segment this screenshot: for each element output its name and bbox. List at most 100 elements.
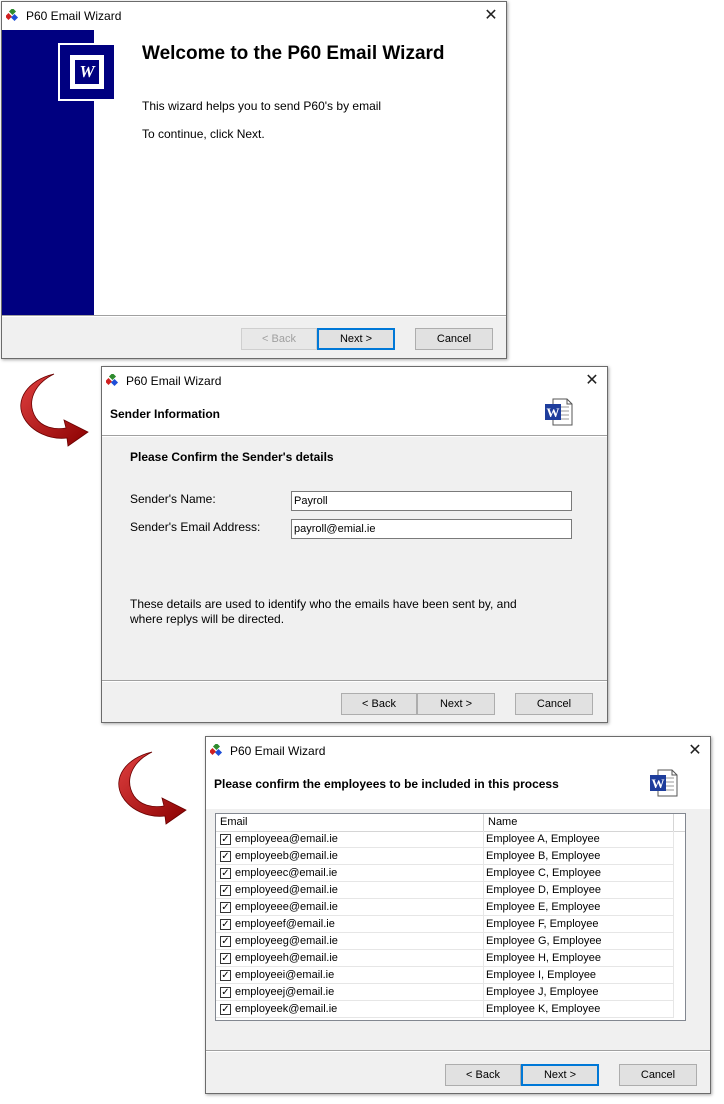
table-row[interactable]: ✓ employeeb@email.ie Employee B, Employee [216, 848, 685, 865]
employee-name: Employee G, Employee [484, 933, 674, 950]
employee-list[interactable]: Email Name ✓ employeea@email.ie Employee A… [215, 813, 686, 1021]
email-cell: ✓ employeef@email.ie [216, 916, 484, 933]
include-checkbox[interactable]: ✓ [220, 936, 231, 947]
employee-email: employeed@email.ie [235, 884, 338, 896]
title-bar[interactable]: P60 Email Wizard ✕ [2, 2, 506, 30]
employee-email: employeee@email.ie [235, 901, 338, 913]
include-checkbox[interactable]: ✓ [220, 885, 231, 896]
cancel-button[interactable]: Cancel [415, 328, 493, 350]
wizard-app-icon [210, 744, 223, 757]
wizard-description: This wizard helps you to send P60's by e… [142, 99, 382, 113]
include-checkbox[interactable]: ✓ [220, 919, 231, 930]
employee-email: employeec@email.ie [235, 867, 338, 879]
include-checkbox[interactable]: ✓ [220, 834, 231, 845]
red-curved-arrow-icon [20, 373, 89, 447]
email-cell: ✓ employeei@email.ie [216, 967, 484, 984]
svg-text:W: W [547, 405, 560, 420]
table-row[interactable]: ✓ employeej@email.ie Employee J, Employee [216, 984, 685, 1001]
word-document-icon: W [650, 769, 678, 797]
include-checkbox[interactable]: ✓ [220, 902, 231, 913]
back-button[interactable]: < Back [341, 693, 417, 715]
email-cell: ✓ employeec@email.ie [216, 865, 484, 882]
wizard-instruction: To continue, click Next. [142, 127, 265, 141]
red-curved-arrow-icon [118, 751, 187, 825]
separator [2, 315, 506, 317]
employee-email: employeeb@email.ie [235, 850, 338, 862]
table-row[interactable]: ✓ employeei@email.ie Employee I, Employee [216, 967, 685, 984]
back-button[interactable]: < Back [445, 1064, 521, 1086]
employee-name: Employee H, Employee [484, 950, 674, 967]
sender-details-note: These details are used to identify who t… [130, 597, 517, 626]
cancel-button[interactable]: Cancel [619, 1064, 697, 1086]
page-header-title: Sender Information [110, 407, 221, 421]
table-row[interactable]: ✓ employeeg@email.ie Employee G, Employee [216, 933, 685, 950]
column-header-email[interactable]: Email [216, 814, 484, 831]
include-checkbox[interactable]: ✓ [220, 987, 231, 998]
include-checkbox[interactable]: ✓ [220, 851, 231, 862]
table-row[interactable]: ✓ employeec@email.ie Employee C, Employee [216, 865, 685, 882]
back-button[interactable]: < Back [241, 328, 317, 350]
employee-name: Employee E, Employee [484, 899, 674, 916]
window-title: P60 Email Wizard [126, 374, 222, 388]
table-row[interactable]: ✓ employeek@email.ie Employee K, Employee [216, 1001, 685, 1018]
employee-email: employeej@email.ie [235, 986, 335, 998]
sender-info-window: P60 Email Wizard ✕ Sender Information W … [101, 366, 608, 723]
include-checkbox[interactable]: ✓ [220, 868, 231, 879]
employee-email: employeek@email.ie [235, 1003, 338, 1015]
email-cell: ✓ employeea@email.ie [216, 831, 484, 848]
table-row[interactable]: ✓ employeed@email.ie Employee D, Employee [216, 882, 685, 899]
email-cell: ✓ employeee@email.ie [216, 899, 484, 916]
close-icon[interactable]: ✕ [476, 2, 506, 30]
employee-name: Employee B, Employee [484, 848, 674, 865]
email-cell: ✓ employeeg@email.ie [216, 933, 484, 950]
email-cell: ✓ employeej@email.ie [216, 984, 484, 1001]
employee-email: employeeg@email.ie [235, 935, 338, 947]
table-row[interactable]: ✓ employeee@email.ie Employee E, Employee [216, 899, 685, 916]
wizard-content-area [94, 30, 506, 315]
separator [102, 680, 607, 682]
email-cell: ✓ employeeb@email.ie [216, 848, 484, 865]
include-checkbox[interactable]: ✓ [220, 953, 231, 964]
welcome-wizard-window: P60 Email Wizard ✕ W Welcome to the P60 … [1, 1, 507, 359]
table-row[interactable]: ✓ employeef@email.ie Employee F, Employee [216, 916, 685, 933]
column-header-name[interactable]: Name [484, 814, 674, 831]
email-cell: ✓ employeeh@email.ie [216, 950, 484, 967]
wizard-app-icon [106, 374, 119, 387]
employee-name: Employee I, Employee [484, 967, 674, 984]
header-separator [102, 435, 607, 437]
close-icon[interactable]: ✕ [680, 737, 710, 765]
wizard-heading: Welcome to the P60 Email Wizard [142, 43, 445, 64]
employee-email: employeei@email.ie [235, 969, 335, 981]
window-title: P60 Email Wizard [26, 9, 122, 23]
employee-email: employeef@email.ie [235, 918, 335, 930]
next-button[interactable]: Next > [417, 693, 495, 715]
sender-name-field[interactable]: Payroll [291, 491, 572, 511]
employee-name: Employee C, Employee [484, 865, 674, 882]
title-bar[interactable]: P60 Email Wizard ✕ [102, 367, 607, 395]
next-button[interactable]: Next > [521, 1064, 599, 1086]
list-header: Email Name [216, 814, 685, 832]
wizard-app-icon [6, 9, 19, 22]
svg-text:W: W [652, 776, 665, 791]
employee-name: Employee A, Employee [484, 831, 674, 848]
employee-name: Employee F, Employee [484, 916, 674, 933]
include-checkbox[interactable]: ✓ [220, 1004, 231, 1015]
cancel-button[interactable]: Cancel [515, 693, 593, 715]
sender-email-field[interactable]: payroll@emial.ie [291, 519, 572, 539]
employee-name: Employee D, Employee [484, 882, 674, 899]
include-checkbox[interactable]: ✓ [220, 970, 231, 981]
email-cell: ✓ employeed@email.ie [216, 882, 484, 899]
employee-name: Employee K, Employee [484, 1001, 674, 1018]
employee-name: Employee J, Employee [484, 984, 674, 1001]
title-bar[interactable]: P60 Email Wizard ✕ [206, 737, 710, 765]
page-header-title: Please confirm the employees to be inclu… [214, 777, 559, 791]
sender-name-label: Sender's Name: [130, 492, 216, 506]
employee-email: employeeh@email.ie [235, 952, 338, 964]
word-document-icon: W [58, 43, 116, 101]
table-row[interactable]: ✓ employeea@email.ie Employee A, Employee [216, 831, 685, 848]
separator [206, 1050, 710, 1052]
sender-email-label: Sender's Email Address: [130, 520, 261, 534]
close-icon[interactable]: ✕ [577, 367, 607, 395]
next-button[interactable]: Next > [317, 328, 395, 350]
table-row[interactable]: ✓ employeeh@email.ie Employee H, Employee [216, 950, 685, 967]
